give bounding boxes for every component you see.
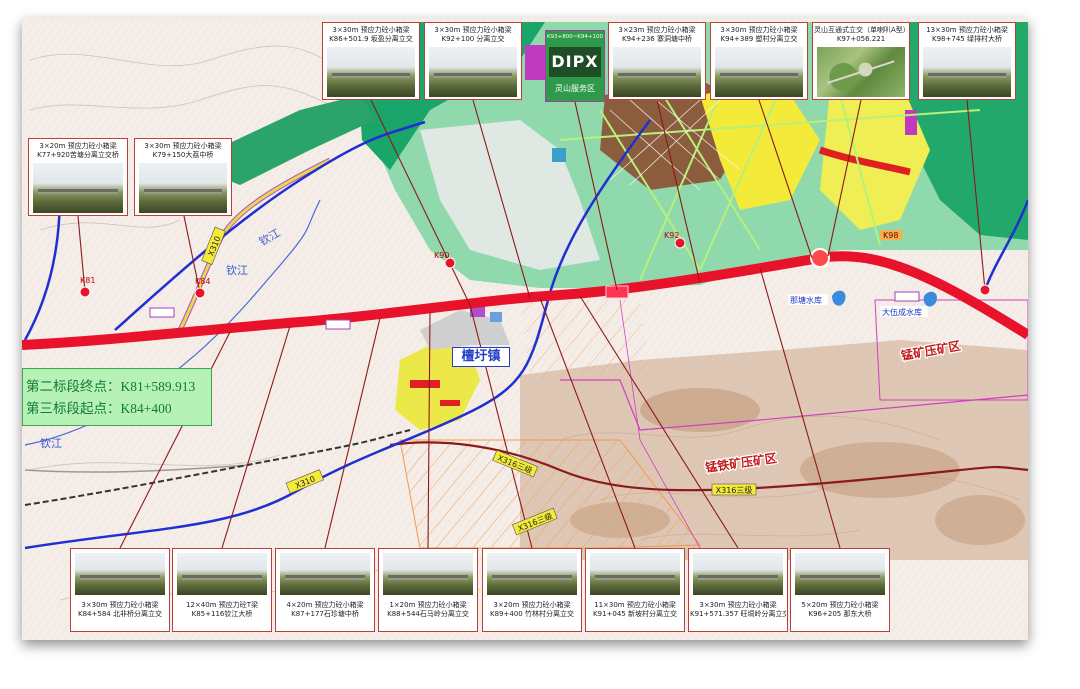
bridge-photo <box>795 553 885 595</box>
bridge-chainage: K77+920苦塘分离立交桥 <box>37 151 119 159</box>
service-icons: DIPX <box>549 47 601 77</box>
bridge-callout: 3×30m 预应力砼小箱梁 K92+100 分离立交 <box>424 22 522 100</box>
chainage-label: K81 <box>80 276 95 285</box>
interchange-chainage: K97+056.221 <box>836 35 886 43</box>
bridge-photo <box>590 553 680 595</box>
chainage-label: K98 <box>883 231 898 240</box>
boundary-tag <box>894 291 920 302</box>
reservoir-label: 大伍成水库 <box>882 307 922 317</box>
bridge-chainage: K94+389 塑村分离立交 <box>720 35 798 43</box>
service-area-callout: K93+800~K94+100 DIPX 灵山服务区 <box>545 30 605 102</box>
bridge-spec: 1×20m 预应力砼小箱梁 <box>389 601 467 609</box>
bridge-callout: 3×30m 预应力砼小箱梁 K94+389 塑村分离立交 <box>710 22 808 100</box>
bridge-photo <box>280 553 370 595</box>
bridge-photo <box>429 47 517 97</box>
bridge-callout: 4×20m 预应力砼小箱梁 K87+177石珍塘中桥 <box>275 548 375 632</box>
hill-patch <box>800 442 960 498</box>
bridge-callout: 3×30m 预应力砼小箱梁 K86+501.9 坂盈分离立交 <box>322 22 420 100</box>
bridge-chainage: K89+400 竹林村分离立交 <box>490 610 574 618</box>
bridge-spec: 3×23m 预应力砼小箱梁 <box>618 26 696 34</box>
town-label: 檀圩镇 <box>452 347 510 367</box>
chainage-label: K84 <box>195 277 210 286</box>
bridge-callout: 3×20m 预应力砼小箱梁 K77+920苦塘分离立交桥 <box>28 138 128 216</box>
bridge-spec: 3×30m 预应力砼小箱梁 <box>144 142 222 150</box>
service-area-chainage: K93+800~K94+100 <box>546 34 604 40</box>
boundary-tag <box>325 319 351 330</box>
bridge-chainage: K94+236 寨洞塘中桥 <box>622 35 692 43</box>
hill-patch <box>935 495 1025 545</box>
bridge-photo <box>923 47 1011 97</box>
bridge-spec: 4×20m 预应力砼小箱梁 <box>286 601 364 609</box>
bridge-spec: 3×20m 预应力砼小箱梁 <box>39 142 117 150</box>
chainage-label: K92 <box>664 231 679 240</box>
river-label: 钦江 <box>40 437 62 450</box>
section-end-label: 第二标段终点：K81+589.913 <box>26 379 196 394</box>
bridge-callout: 5×20m 预应力砼小箱梁 K96+205 那东大桥 <box>790 548 890 632</box>
reservoir-label: 那塘水库 <box>790 295 822 305</box>
bridge-callout: 3×30m 预应力砼小箱梁 K84+584 北非桥分离立交 <box>70 548 170 632</box>
bridge-callout: 12×40m 预应力砼T梁 K85+116钦江大桥 <box>172 548 272 632</box>
boundary-tag <box>149 307 175 318</box>
interchange-marker <box>810 248 830 268</box>
bridge-callout: 3×30m 预应力砼小箱梁 K79+150大荔中桥 <box>134 138 232 216</box>
river-label: 钦江 <box>226 264 248 277</box>
town-block <box>440 400 460 406</box>
bridge-photo <box>75 553 165 595</box>
planning-zone <box>520 300 650 380</box>
bridge-photo <box>139 163 227 213</box>
bridge-photo <box>327 47 415 97</box>
bridge-photo <box>693 553 783 595</box>
road-tag: X316三级 <box>711 483 757 496</box>
road-tag-label: X316三级 <box>716 485 753 495</box>
bridge-chainage: K88+544石马岭分离立交 <box>387 610 469 618</box>
bridge-callout: 11×30m 预应力砼小箱梁 K91+045 新坡村分离立交 <box>585 548 685 632</box>
section-start-label: 第三标段起点：K84+400 <box>26 401 172 416</box>
town-block <box>410 380 440 388</box>
bridge-chainage: K86+501.9 坂盈分离立交 <box>329 35 413 43</box>
section-boundary-box: 第二标段终点：K81+589.913 第三标段起点：K84+400 <box>22 368 212 426</box>
bridge-spec: 3×20m 预应力砼小箱梁 <box>493 601 571 609</box>
bridge-callout: 3×20m 预应力砼小箱梁 K89+400 竹林村分离立交 <box>482 548 582 632</box>
purple-block <box>525 45 545 80</box>
bridge-chainage: K92+100 分离立交 <box>441 35 505 43</box>
bridge-callout: 1×20m 预应力砼小箱梁 K88+544石马岭分离立交 <box>378 548 478 632</box>
bridge-spec: 3×30m 预应力砼小箱梁 <box>81 601 159 609</box>
bridge-photo <box>613 47 701 97</box>
bridge-callout: 3×23m 预应力砼小箱梁 K94+236 寨洞塘中桥 <box>608 22 706 100</box>
bridge-spec: 12×40m 预应力砼T梁 <box>186 601 258 609</box>
bridge-chainage: K98+745 绿排村大桥 <box>932 35 1002 43</box>
bridge-callout: 3×30m 预应力砼小箱梁 K91+571.357 旺垌岭分离立交 <box>688 548 788 632</box>
bridge-chainage: K79+150大荔中桥 <box>152 151 214 159</box>
bridge-chainage: K84+584 北非桥分离立交 <box>78 610 162 618</box>
bridge-chainage: K91+045 新坡村分离立交 <box>593 610 677 618</box>
bridge-spec: 3×30m 预应力砼小箱梁 <box>699 601 777 609</box>
bridge-chainage: K96+205 那东大桥 <box>808 610 872 618</box>
blue-block <box>552 148 566 162</box>
bridge-callout: 13×30m 预应力砼小箱梁 K98+745 绿排村大桥 <box>918 22 1016 100</box>
bridge-photo <box>33 163 123 213</box>
bridge-photo <box>487 553 577 595</box>
bridge-spec: 11×30m 预应力砼小箱梁 <box>594 601 676 609</box>
bridge-spec: 3×30m 预应力砼小箱梁 <box>332 26 410 34</box>
service-area-name: 灵山服务区 <box>555 84 595 93</box>
bridge-photo <box>383 553 473 595</box>
bridge-spec: 13×30m 预应力砼小箱梁 <box>926 26 1008 34</box>
bridge-spec: 3×30m 预应力砼小箱梁 <box>720 26 798 34</box>
interchange-name: 灵山互通式立交（单喇叭A型） <box>814 26 908 34</box>
bridge-chainage: K85+116钦江大桥 <box>191 610 253 618</box>
chainage-label: K90 <box>434 251 449 260</box>
aerial-photo <box>817 47 905 97</box>
interchange-callout: 灵山互通式立交（单喇叭A型） K97+056.221 <box>812 22 910 100</box>
bridge-photo <box>715 47 803 97</box>
bridge-spec: 3×30m 预应力砼小箱梁 <box>434 26 512 34</box>
bridge-photo <box>177 553 267 595</box>
town-block <box>490 312 502 322</box>
bridge-spec: 5×20m 预应力砼小箱梁 <box>801 601 879 609</box>
bridge-chainage: K87+177石珍塘中桥 <box>291 610 359 618</box>
bridge-chainage: K91+571.357 旺垌岭分离立交 <box>690 610 786 618</box>
